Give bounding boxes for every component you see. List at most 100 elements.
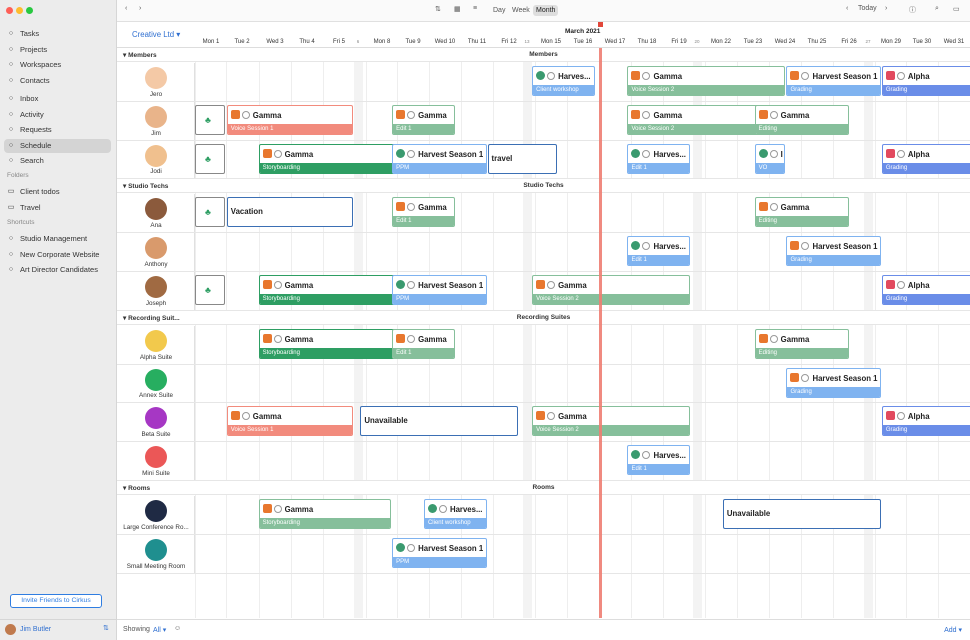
resource-label[interactable]: Ana <box>117 194 195 233</box>
event-block[interactable]: Gamma Edit 1 <box>392 104 455 135</box>
resource-label[interactable]: Mini Suite <box>117 442 195 480</box>
checkbox-circle-icon[interactable] <box>241 110 250 119</box>
emoji-icon[interactable]: ☺ <box>174 625 181 632</box>
event-block[interactable]: Harvest Season 1 Grading <box>786 66 881 96</box>
vacation-palm-icon[interactable]: ♣ <box>195 104 225 135</box>
sidebar-item-activity[interactable]: ○ Activity <box>4 108 111 122</box>
calendar-icon[interactable]: ▦ <box>454 5 461 13</box>
event-block[interactable]: Harvest Season 1 Grading <box>786 236 881 267</box>
checkbox-circle-icon[interactable] <box>273 505 282 513</box>
vacation-palm-icon[interactable]: ♣ <box>195 143 225 174</box>
checkbox-circle-icon[interactable] <box>769 334 778 343</box>
shortcut-item[interactable]: ○ Art Director Candidates <box>4 263 111 277</box>
sidebar-item-tasks[interactable]: ○ Tasks <box>4 27 111 41</box>
folder-item[interactable]: ▭ Travel <box>4 201 111 215</box>
checkbox-circle-icon[interactable] <box>769 203 778 212</box>
checkbox-circle-icon[interactable] <box>547 281 556 289</box>
event-block[interactable]: Gamma Edit 1 <box>392 197 455 228</box>
checkbox-circle-icon[interactable] <box>547 412 556 421</box>
event-block[interactable]: Unavailable <box>722 499 881 529</box>
event-block[interactable]: Gamma Edit 1 <box>392 328 455 359</box>
info-icon[interactable]: ⓘ <box>909 5 916 15</box>
sidebar-item-workspaces[interactable]: ○ Workspaces <box>4 58 111 72</box>
sidebar-toggle-icon[interactable]: ▭ <box>953 5 960 13</box>
checkbox-circle-icon[interactable] <box>547 72 556 80</box>
settings-sliders-icon[interactable]: ≡ <box>473 5 477 12</box>
group-header[interactable]: ▾ Recording Suit... Recording Suites <box>117 310 970 325</box>
next-period-icon[interactable]: › <box>885 5 887 12</box>
vacation-palm-icon[interactable]: ♣ <box>195 275 225 305</box>
shortcut-item[interactable]: ○ New Corporate Website <box>4 248 111 262</box>
checkbox-circle-icon[interactable] <box>801 72 810 80</box>
checkbox-circle-icon[interactable] <box>896 149 905 158</box>
event-block[interactable]: travel <box>487 143 557 174</box>
resource-label[interactable]: Jim <box>117 101 195 140</box>
view-day[interactable]: Day <box>490 5 508 16</box>
group-header[interactable]: ▾ Rooms Rooms <box>117 481 970 495</box>
view-month[interactable]: Month <box>533 5 559 16</box>
event-block[interactable]: Harves... Edit 1 <box>627 236 691 267</box>
checkbox-circle-icon[interactable] <box>407 334 416 343</box>
event-block[interactable]: Alpha Grading <box>881 66 970 96</box>
resource-label[interactable]: Large Conference Ro... <box>117 496 195 534</box>
checkbox-circle-icon[interactable] <box>407 543 416 552</box>
showing-filter[interactable]: All ▾ <box>153 626 166 634</box>
folder-item[interactable]: ▭ Client todos <box>4 185 111 199</box>
checkbox-circle-icon[interactable] <box>801 242 810 251</box>
event-block[interactable]: Gamma Storyboarding <box>258 328 398 359</box>
checkbox-circle-icon[interactable] <box>769 149 778 158</box>
add-button[interactable]: Add ▾ <box>944 626 962 634</box>
checkbox-circle-icon[interactable] <box>438 505 447 513</box>
checkbox-circle-icon[interactable] <box>273 149 282 158</box>
event-block[interactable]: Gamma Storyboarding <box>258 275 398 305</box>
event-block[interactable]: Gamma Voice Session 1 <box>226 406 353 437</box>
event-block[interactable]: Vacation <box>226 197 353 228</box>
event-block[interactable]: Alpha Grading <box>881 275 970 305</box>
resource-label[interactable]: Jero <box>117 63 195 101</box>
event-block[interactable]: Alpha Grading <box>881 143 970 174</box>
invite-friends-button[interactable]: Invite Friends to Cirkus <box>10 594 102 608</box>
event-block[interactable]: Harvest Season 1 PPM <box>392 275 487 305</box>
resource-label[interactable]: Joseph <box>117 272 195 310</box>
checkbox-circle-icon[interactable] <box>407 149 416 158</box>
event-block[interactable]: Harves... Client workshop <box>423 499 487 529</box>
event-block[interactable]: Gamma Voice Session 2 <box>627 66 786 96</box>
checkbox-circle-icon[interactable] <box>241 412 250 421</box>
resource-label[interactable]: Anthony <box>117 233 195 271</box>
checkbox-circle-icon[interactable] <box>407 281 416 289</box>
event-block[interactable]: Harvest Season 1 PPM <box>392 143 487 174</box>
event-block[interactable]: Harvest Season 1 Grading <box>786 367 881 398</box>
event-block[interactable]: Harves... Edit 1 <box>627 445 691 476</box>
resource-label[interactable]: Beta Suite <box>117 403 195 442</box>
shortcut-item[interactable]: ○ Studio Management <box>4 232 111 246</box>
sort-icon[interactable]: ⇅ <box>103 624 109 632</box>
back-arrow-icon[interactable]: ‹ <box>125 5 127 12</box>
user-name[interactable]: Jim Butler <box>20 626 51 633</box>
event-block[interactable]: Gamma Voice Session 2 <box>532 406 691 437</box>
event-block[interactable]: Gamma Editing <box>754 328 850 359</box>
event-block[interactable]: Gamma Voice Session 1 <box>226 104 353 135</box>
checkbox-circle-icon[interactable] <box>642 149 651 158</box>
event-block[interactable]: Gamma Storyboarding <box>258 499 392 529</box>
sidebar-item-search[interactable]: ○ Search <box>4 154 111 168</box>
sidebar-item-requests[interactable]: ○ Requests <box>4 123 111 137</box>
checkbox-circle-icon[interactable] <box>407 110 416 119</box>
checkbox-circle-icon[interactable] <box>407 203 416 212</box>
event-block[interactable]: Harves... Client workshop <box>532 66 595 96</box>
checkbox-circle-icon[interactable] <box>896 72 905 80</box>
event-block[interactable]: Gamma Editing <box>754 197 850 228</box>
checkbox-circle-icon[interactable] <box>896 281 905 289</box>
event-block[interactable]: Gamma Storyboarding <box>258 143 398 174</box>
checkbox-circle-icon[interactable] <box>642 242 651 251</box>
event-block[interactable]: Harvest Season 1 PPM <box>392 537 487 568</box>
event-block[interactable]: Unavailable <box>360 406 519 437</box>
sidebar-item-schedule[interactable]: ○ Schedule <box>4 138 111 153</box>
sidebar-item-projects[interactable]: ○ Projects <box>4 43 111 57</box>
checkbox-circle-icon[interactable] <box>273 281 282 289</box>
resource-label[interactable]: Annex Suite <box>117 364 195 403</box>
event-block[interactable]: Gamma Editing <box>754 104 850 135</box>
user-avatar[interactable] <box>5 624 16 635</box>
checkbox-circle-icon[interactable] <box>642 72 651 80</box>
sidebar-item-contacts[interactable]: ○ Contacts <box>4 74 111 88</box>
checkbox-circle-icon[interactable] <box>801 373 810 382</box>
